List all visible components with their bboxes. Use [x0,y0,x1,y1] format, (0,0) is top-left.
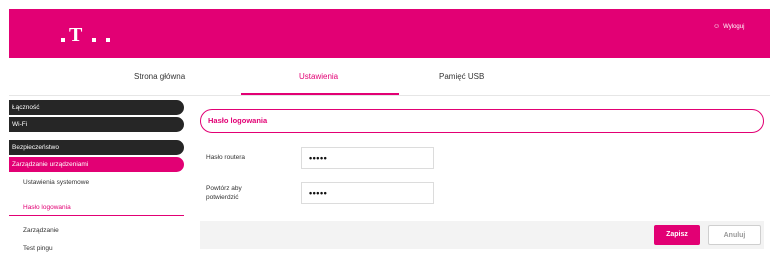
confirm-password-label-line1: Powtórz aby [206,185,242,192]
main-nav: Strona główna Ustawienia Pamięć USB [9,66,770,96]
router-password-input[interactable]: ••••• [301,147,434,169]
logo-letter: T [69,24,83,46]
tab-home[interactable]: Strona główna [134,72,185,81]
sidebar-item-wifi[interactable]: Wi-Fi [9,117,184,132]
sidebar-subitem-login-password[interactable]: Hasło logowania [9,204,184,215]
confirm-password-label-line2: potwierdzić [206,194,239,201]
active-tab-indicator [241,93,399,95]
tab-settings[interactable]: Ustawienia [299,72,338,81]
sidebar-item-connectivity[interactable]: Łączność [9,100,184,115]
save-button[interactable]: Zapisz [654,225,700,245]
active-subitem-underline [9,215,184,216]
sidebar-item-security[interactable]: Bezpieczeństwo [9,140,184,155]
confirm-password-input[interactable]: ••••• [301,182,434,204]
logo-dot [61,38,65,42]
sidebar-subitem-system-settings[interactable]: Ustawienia systemowe [9,179,184,199]
sidebar-subitem-ping-test[interactable]: Test pingu [9,245,184,252]
top-header: T ☺ Wyloguj [9,9,770,58]
logo-dot [92,38,96,42]
section-title: Hasło logowania [200,109,764,133]
logout-link[interactable]: ☺ Wyloguj [713,23,744,30]
logo-dot [106,38,110,42]
sidebar-item-device-management[interactable]: Zarządzanie urządzeniami [9,157,184,172]
logout-label: Wyloguj [723,23,745,30]
confirm-password-label: Powtórz aby potwierdzić [206,184,242,202]
tab-usb-storage[interactable]: Pamięć USB [439,72,484,81]
user-icon: ☺ [713,23,721,30]
sidebar-subitem-management[interactable]: Zarządzanie [9,227,184,245]
cancel-button[interactable]: Anuluj [708,225,761,245]
sidebar: Łączność Wi-Fi Bezpieczeństwo Zarządzani… [9,100,184,252]
router-password-label: Hasło routera [206,154,246,161]
